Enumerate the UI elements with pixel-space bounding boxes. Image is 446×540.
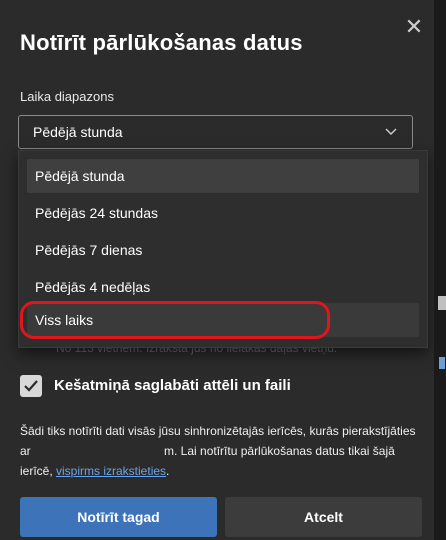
time-range-option[interactable]: Pēdējā stunda: [27, 159, 419, 193]
cancel-button[interactable]: Atcelt: [225, 497, 422, 537]
time-range-select[interactable]: Pēdējā stunda: [18, 115, 413, 149]
dialog-title: Notīrīt pārlūkošanas datus: [20, 30, 303, 55]
time-range-selected-value: Pēdējā stunda: [33, 124, 123, 140]
background-page-fragment: [438, 296, 446, 310]
cached-images-label: Kešatmiņā saglabāti attēli un faili: [54, 377, 291, 394]
clear-now-button[interactable]: Notīrīt tagad: [20, 497, 217, 537]
time-range-dropdown: Pēdējā stunda Pēdējās 24 stundas Pēdējās…: [18, 150, 428, 348]
time-range-option-all-time[interactable]: Viss laiks: [27, 303, 419, 337]
background-page-strip: [434, 0, 446, 540]
sync-info-text: Šādi tiks notīrīti dati visās jūsu sinhr…: [20, 421, 420, 481]
sign-out-link[interactable]: vispirms izrakstieties: [56, 464, 166, 478]
time-range-option[interactable]: Pēdējās 24 stundas: [27, 196, 419, 230]
info-text-part3: .: [166, 464, 170, 478]
chevron-down-icon: [385, 128, 397, 135]
close-icon[interactable]: ✕: [402, 16, 426, 40]
time-range-label: Laika diapazons: [20, 89, 114, 104]
checkmark-icon: [24, 380, 38, 392]
time-range-option[interactable]: Pēdējās 7 dienas: [27, 233, 419, 267]
cached-images-checkbox[interactable]: [20, 375, 42, 397]
clear-browsing-data-dialog: ✕ Notīrīt pārlūkošanas datus Laika diapa…: [0, 0, 434, 540]
time-range-option[interactable]: Pēdējās 4 nedēļas: [27, 270, 419, 304]
background-page-fragment: [439, 357, 445, 369]
